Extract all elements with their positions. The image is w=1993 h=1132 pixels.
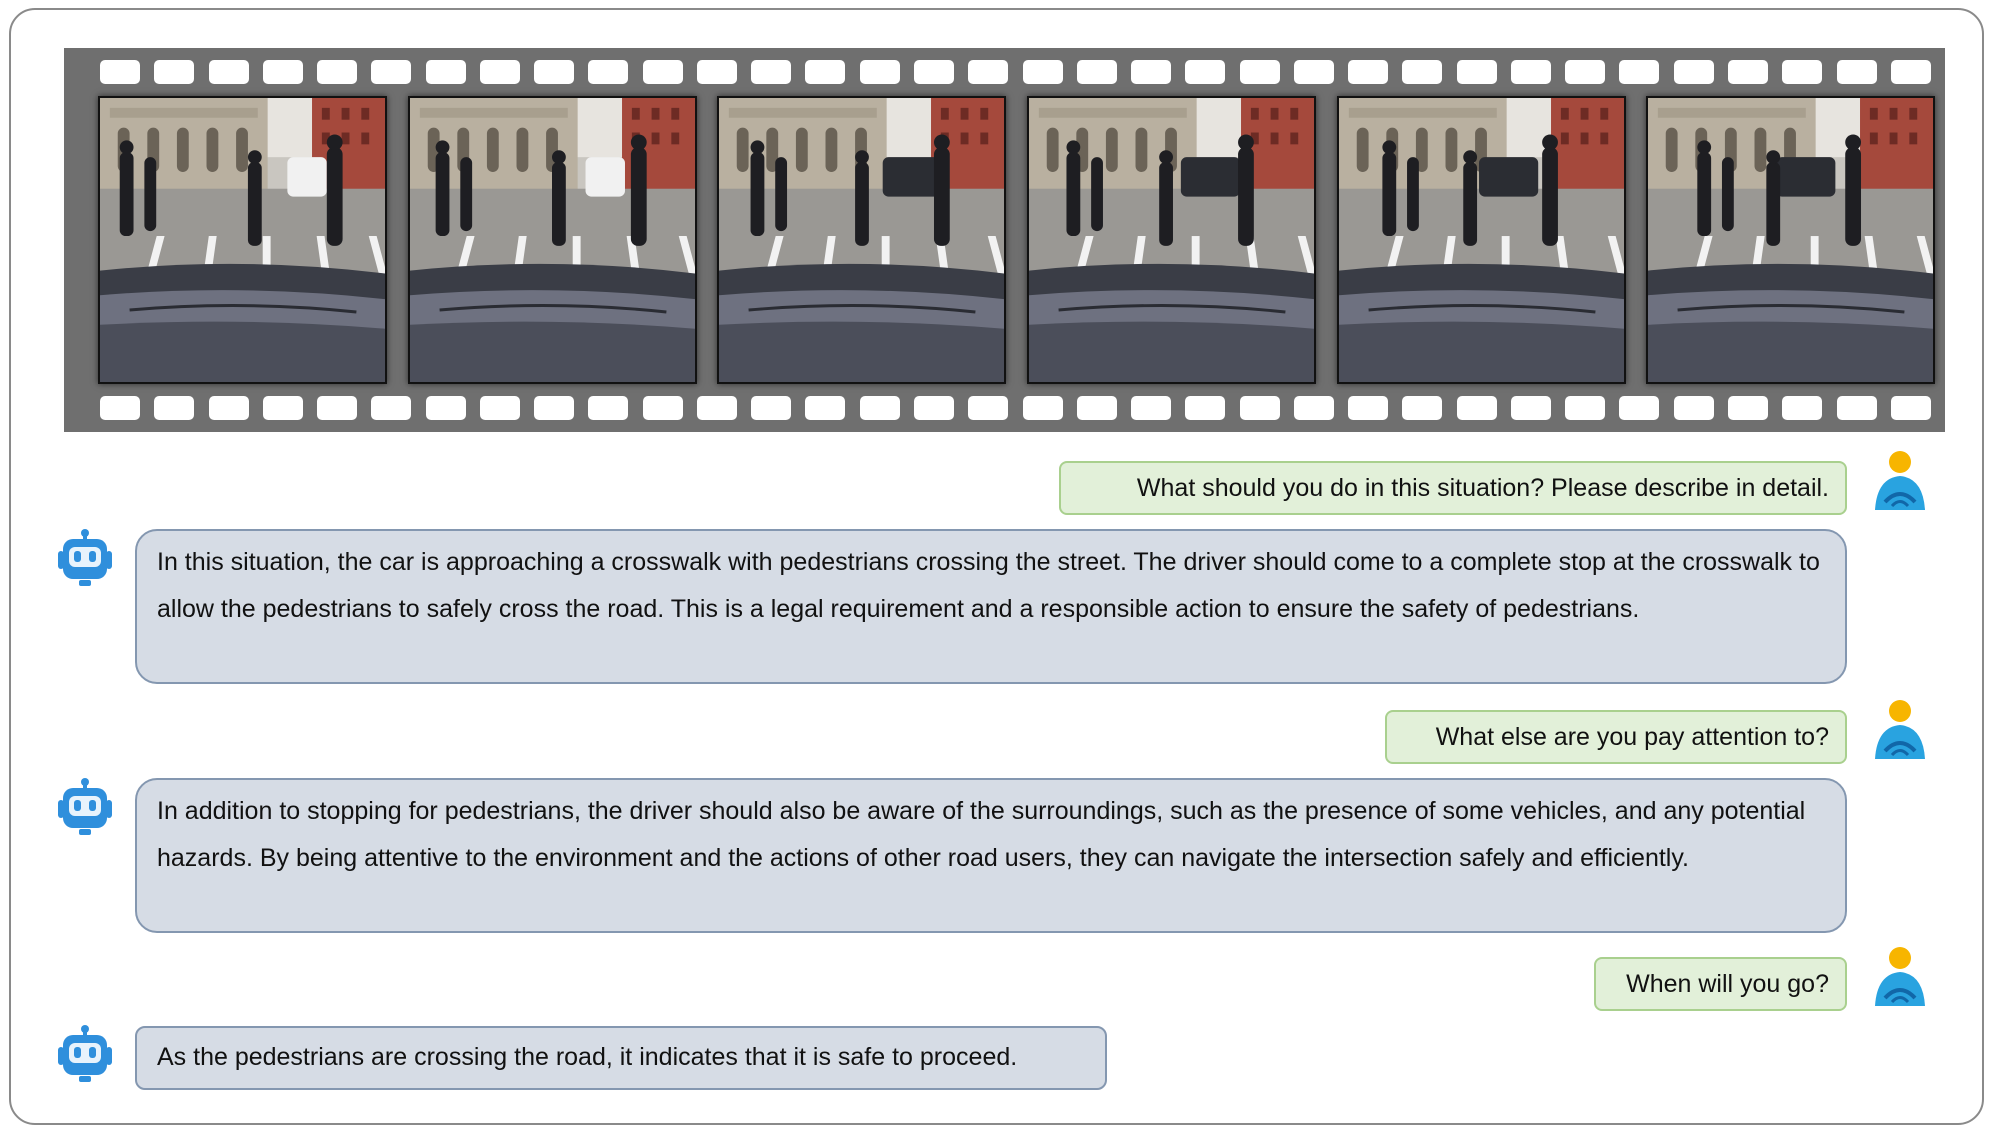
film-hole xyxy=(1239,396,1280,420)
film-hole xyxy=(805,60,846,84)
film-hole xyxy=(642,396,683,420)
assistant-message-2: In addition to stopping for pedestrians,… xyxy=(135,778,1847,933)
film-hole xyxy=(262,60,303,84)
film-hole xyxy=(479,396,520,420)
film-hole xyxy=(534,60,575,84)
film-hole xyxy=(154,396,195,420)
film-hole xyxy=(534,396,575,420)
user-avatar-icon xyxy=(1875,451,1925,510)
film-hole xyxy=(588,60,629,84)
film-hole xyxy=(425,60,466,84)
user-message-text: What should you do in this situation? Pl… xyxy=(1136,474,1829,502)
video-frame xyxy=(1337,96,1626,384)
outer-frame: What should you do in this situation? Pl… xyxy=(9,8,1984,1125)
film-hole xyxy=(859,396,900,420)
film-perforations-top xyxy=(100,60,1931,84)
user-message-1: What should you do in this situation? Pl… xyxy=(1059,461,1847,515)
film-hole xyxy=(1619,396,1660,420)
user-avatar-icon xyxy=(1875,700,1925,759)
video-frame xyxy=(98,96,387,384)
film-hole xyxy=(1348,60,1389,84)
film-hole xyxy=(805,396,846,420)
video-frame xyxy=(717,96,1006,384)
film-hole xyxy=(1185,60,1226,84)
film-hole xyxy=(1510,60,1551,84)
assistant-message-text: In this situation, the car is approachin… xyxy=(157,548,1820,623)
film-hole xyxy=(968,60,1009,84)
film-hole xyxy=(479,60,520,84)
film-hole xyxy=(1836,396,1877,420)
film-hole xyxy=(1727,396,1768,420)
film-hole xyxy=(1782,396,1823,420)
film-hole xyxy=(1239,60,1280,84)
film-hole xyxy=(371,396,412,420)
film-hole xyxy=(1185,396,1226,420)
film-hole xyxy=(751,60,792,84)
film-hole xyxy=(1076,60,1117,84)
film-hole xyxy=(1131,60,1172,84)
film-hole xyxy=(1022,396,1063,420)
film-hole xyxy=(696,396,737,420)
film-hole xyxy=(1565,396,1606,420)
film-hole xyxy=(1510,396,1551,420)
film-hole xyxy=(1402,60,1443,84)
film-hole xyxy=(1836,60,1877,84)
video-frame xyxy=(1027,96,1316,384)
film-hole xyxy=(100,60,140,84)
film-hole xyxy=(1402,396,1443,420)
film-frames xyxy=(98,96,1935,386)
film-perforations-bottom xyxy=(100,396,1931,420)
robot-icon xyxy=(58,778,112,835)
film-hole xyxy=(262,396,303,420)
film-hole xyxy=(588,396,629,420)
film-hole xyxy=(1890,60,1931,84)
film-hole xyxy=(208,60,249,84)
film-hole xyxy=(1890,396,1931,420)
film-hole xyxy=(968,396,1009,420)
film-hole xyxy=(1293,396,1334,420)
film-hole xyxy=(1348,396,1389,420)
film-hole xyxy=(1131,396,1172,420)
robot-icon xyxy=(58,529,112,586)
video-frame xyxy=(408,96,697,384)
film-hole xyxy=(913,396,954,420)
film-hole xyxy=(1456,60,1497,84)
film-hole xyxy=(208,396,249,420)
film-hole xyxy=(751,396,792,420)
film-hole xyxy=(371,60,412,84)
film-strip xyxy=(64,48,1945,432)
film-hole xyxy=(696,60,737,84)
film-hole xyxy=(1673,396,1714,420)
film-hole xyxy=(1565,60,1606,84)
film-hole xyxy=(317,60,358,84)
film-hole xyxy=(913,60,954,84)
video-frame xyxy=(1646,96,1935,384)
assistant-message-1: In this situation, the car is approachin… xyxy=(135,529,1847,684)
robot-icon xyxy=(58,1025,112,1082)
user-message-3: When will you go? xyxy=(1594,957,1847,1011)
user-avatar-icon xyxy=(1875,947,1925,1006)
assistant-message-3: As the pedestrians are crossing the road… xyxy=(135,1026,1107,1090)
film-hole xyxy=(642,60,683,84)
user-message-text: What else are you pay attention to? xyxy=(1435,723,1829,751)
film-hole xyxy=(154,60,195,84)
film-hole xyxy=(1619,60,1660,84)
assistant-message-text: In addition to stopping for pedestrians,… xyxy=(157,797,1806,872)
film-hole xyxy=(1673,60,1714,84)
film-hole xyxy=(1782,60,1823,84)
film-hole xyxy=(1727,60,1768,84)
film-hole xyxy=(425,396,466,420)
film-hole xyxy=(1022,60,1063,84)
film-hole xyxy=(1456,396,1497,420)
film-hole xyxy=(100,396,140,420)
film-hole xyxy=(1076,396,1117,420)
film-hole xyxy=(317,396,358,420)
user-message-text: When will you go? xyxy=(1626,970,1829,998)
assistant-message-text: As the pedestrians are crossing the road… xyxy=(157,1043,1018,1071)
user-message-2: What else are you pay attention to? xyxy=(1385,710,1847,764)
film-hole xyxy=(859,60,900,84)
film-hole xyxy=(1293,60,1334,84)
